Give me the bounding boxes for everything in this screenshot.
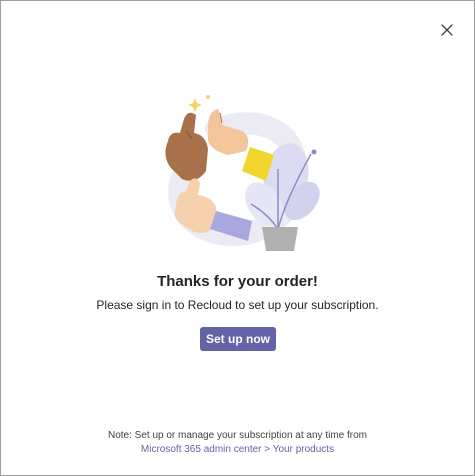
dialog-title: Thanks for your order! [157,273,318,290]
set-up-now-button[interactable]: Set up now [200,327,276,351]
close-icon [441,24,453,36]
admin-center-link[interactable]: Microsoft 365 admin center > Your produc… [141,443,334,456]
thumbs-up-illustration [165,95,320,251]
footer-note: Note: Set up or manage your subscription… [1,429,474,456]
close-button[interactable] [438,21,456,39]
note-text: Note: Set up or manage your subscription… [107,430,367,441]
order-confirmation-dialog: Thanks for your order! Please sign in to… [0,0,475,476]
dialog-message: Please sign in to Recloud to set up your… [96,298,379,312]
